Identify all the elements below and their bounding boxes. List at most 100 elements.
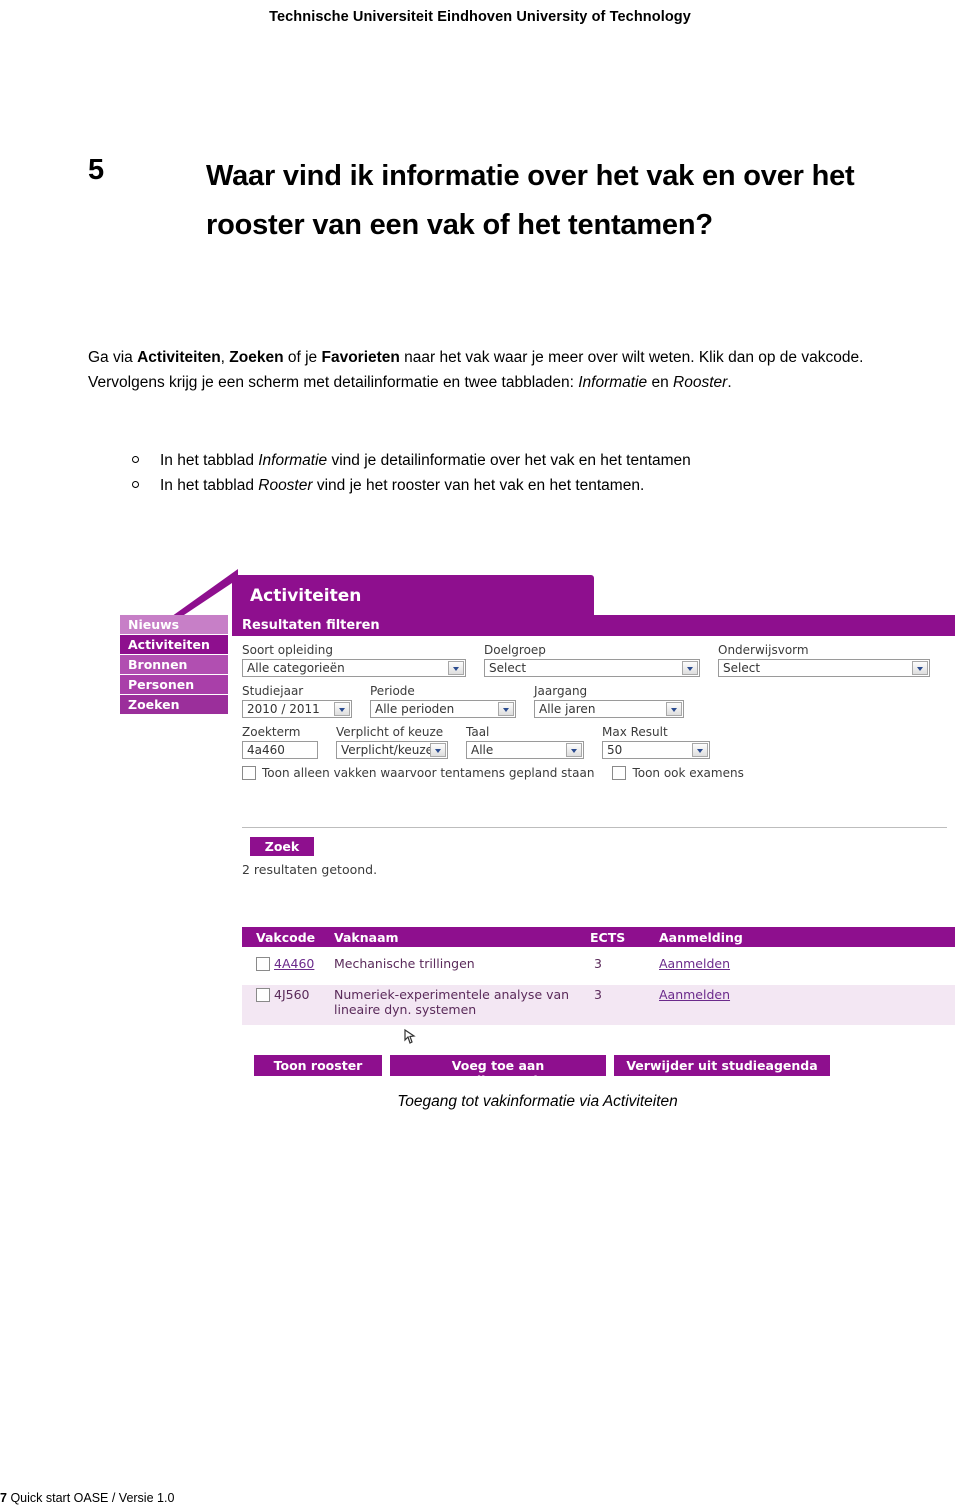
para-part-6: en [647, 374, 674, 392]
chevron-down-icon[interactable] [566, 743, 582, 757]
select-jaargang[interactable]: Alle jaren [534, 700, 684, 718]
chevron-down-icon[interactable] [448, 661, 464, 675]
bullet-1-pre: In het tabblad [160, 452, 259, 469]
chevron-down-icon[interactable] [430, 743, 446, 757]
cell-aanmelding[interactable]: Aanmelden [659, 956, 730, 971]
bullet-2-post: vind je het rooster van het vak en het t… [312, 477, 645, 495]
page-footer: 7 Quick start OASE / Versie 1.0 [0, 1491, 960, 1505]
select-value: Alle [471, 743, 494, 757]
cell-vakcode[interactable]: 4J560 [274, 987, 310, 1002]
results-count-text: 2 resultaten getoond. [242, 862, 378, 877]
toon-rooster-button[interactable]: Toon rooster [254, 1055, 382, 1076]
field-max-result: Max Result 50 [602, 725, 710, 759]
chevron-down-icon[interactable] [682, 661, 698, 675]
field-label: Verplicht of keuze [336, 725, 444, 739]
select-soort-opleiding[interactable]: Alle categorieën [242, 659, 466, 677]
oase-screenshot: Activiteiten Nieuws Activiteiten Bronnen… [120, 565, 955, 1088]
divider [242, 827, 947, 828]
chevron-down-icon[interactable] [498, 702, 514, 716]
row-checkbox[interactable] [256, 988, 270, 1002]
chevron-down-icon[interactable] [666, 702, 682, 716]
para-part-7: . [727, 374, 732, 392]
section-title: Waar vind ik informatie over het vak en … [206, 160, 855, 241]
sidebar-item-personen[interactable]: Personen [120, 675, 228, 694]
cell-aanmelding[interactable]: Aanmelden [659, 987, 730, 1002]
field-label: Max Result [602, 725, 668, 739]
action-button-row: Toon rooster Voeg toe aan studieagenda V… [254, 1055, 838, 1088]
field-label: Soort opleiding [242, 643, 333, 657]
checkbox-toon-ook-examens[interactable] [612, 766, 627, 780]
table-row[interactable]: 4A460 Mechanische trillingen 3 Aanmelden [242, 955, 955, 983]
app-tab-bar: Activiteiten [232, 575, 594, 615]
footer-page-number: 7 [0, 1491, 7, 1505]
select-value: Select [489, 661, 527, 675]
select-onderwijsvorm[interactable]: Select [718, 659, 930, 677]
para-part-1: Ga via [88, 349, 138, 366]
para-bold-activiteiten: Activiteiten [137, 349, 221, 366]
section-heading: 5 Waar vind ik informatie over het vak e… [88, 152, 888, 249]
zoek-button[interactable]: Zoek [250, 837, 314, 856]
checkbox-toon-alleen-vakken[interactable] [242, 766, 256, 780]
bullet-list: In het tabblad Informatie vind je detail… [120, 448, 910, 499]
results-table-header: Vakcode Vaknaam ECTS Aanmelding [242, 927, 955, 947]
cell-vaknaam: Numeriek-experimentele analyse van linea… [334, 987, 570, 1017]
column-header-aanmelding: Aanmelding [659, 930, 743, 945]
bullet-icon [132, 456, 139, 463]
footer-text: Quick start OASE / Versie 1.0 [10, 1491, 175, 1505]
bullet-2-pre: In het tabblad [160, 477, 259, 495]
verwijder-uit-studieagenda-button[interactable]: Verwijder uit studieagenda [614, 1055, 830, 1076]
field-taal: Taal Alle [466, 725, 584, 759]
field-doelgroep: Doelgroep Select [484, 643, 700, 677]
select-studiejaar[interactable]: 2010 / 2011 [242, 700, 352, 718]
list-item: In het tabblad Rooster vind je het roost… [120, 473, 910, 498]
filter-panel-title: Resultaten filteren [232, 615, 955, 636]
select-value: Alle perioden [375, 702, 455, 716]
cell-ects: 3 [594, 987, 602, 1002]
bullet-1-post: vind je detailinformatie over het vak en… [327, 452, 691, 469]
para-bold-zoeken: Zoeken [229, 349, 284, 366]
column-header-vakcode: Vakcode [256, 930, 316, 945]
field-label: Jaargang [534, 684, 588, 698]
tab-activiteiten[interactable]: Activiteiten [232, 575, 594, 606]
sidebar-item-activiteiten[interactable]: Activiteiten [120, 635, 228, 654]
filter-row-1: Soort opleiding Alle categorieën Doelgro… [242, 643, 947, 677]
select-periode[interactable]: Alle perioden [370, 700, 516, 718]
sidebar-item-zoeken[interactable]: Zoeken [120, 695, 228, 714]
sidebar-item-bronnen[interactable]: Bronnen [120, 655, 228, 674]
bullet-2-italic: Rooster [258, 477, 313, 495]
select-taal[interactable]: Alle [466, 741, 584, 759]
row-checkbox[interactable] [256, 957, 270, 971]
select-doelgroep[interactable]: Select [484, 659, 700, 677]
select-verplicht-of-keuze[interactable]: Verplicht/keuze [336, 741, 448, 759]
column-header-vaknaam: Vaknaam [334, 930, 399, 945]
screenshot-figure: Activiteiten Nieuws Activiteiten Bronnen… [120, 565, 960, 1125]
para-part-3: of je [283, 349, 322, 366]
bullet-1-italic: Informatie [258, 452, 328, 469]
chevron-down-icon[interactable] [692, 743, 708, 757]
select-value: Alle jaren [539, 702, 596, 716]
screenshot-corner-decoration [168, 569, 238, 619]
checkbox-label-toon-ook-examens: Toon ook examens [632, 766, 744, 780]
cell-ects: 3 [594, 956, 602, 971]
search-input[interactable]: 4a460 [242, 741, 318, 759]
checkbox-label-toon-alleen-vakken: Toon alleen vakken waarvoor tentamens ge… [262, 766, 595, 780]
chevron-down-icon[interactable] [912, 661, 928, 675]
field-jaargang: Jaargang Alle jaren [534, 684, 684, 718]
field-label: Zoekterm [242, 725, 301, 739]
intro-paragraph: Ga via Activiteiten, Zoeken of je Favori… [88, 345, 868, 395]
field-soort-opleiding: Soort opleiding Alle categorieën [242, 643, 466, 677]
cell-vakcode[interactable]: 4A460 [274, 956, 314, 971]
voeg-toe-aan-studieagenda-button[interactable]: Voeg toe aan studieagenda [390, 1055, 606, 1088]
select-max-result[interactable]: 50 [602, 741, 710, 759]
sidebar-item-nieuws[interactable]: Nieuws [120, 615, 228, 634]
mouse-cursor-icon [404, 1028, 416, 1044]
field-label: Onderwijsvorm [718, 643, 809, 657]
field-zoekterm: Zoekterm 4a460 [242, 725, 318, 759]
chevron-down-icon[interactable] [334, 702, 350, 716]
running-header-text: Technische Universiteit Eindhoven Univer… [269, 9, 691, 25]
field-verplicht-of-keuze: Verplicht of keuze Verplicht/keuze [336, 725, 448, 759]
field-label: Periode [370, 684, 415, 698]
para-italic-informatie: Informatie [578, 374, 648, 392]
table-row[interactable]: 4J560 Numeriek-experimentele analyse van… [242, 985, 955, 1025]
field-periode: Periode Alle perioden [370, 684, 516, 718]
